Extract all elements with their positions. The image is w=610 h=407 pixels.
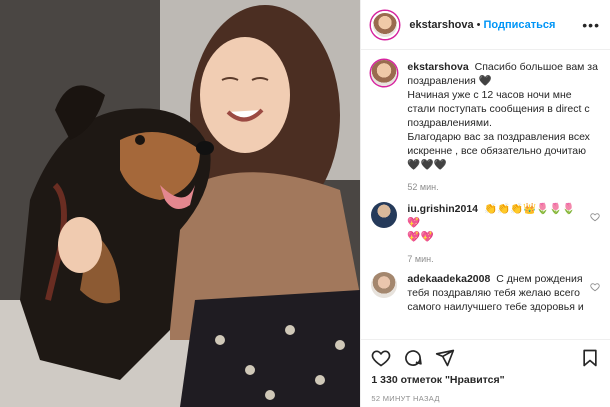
comment-username[interactable]: adekaadeka2008 — [407, 273, 493, 285]
commenter-avatar[interactable] — [371, 272, 398, 298]
caption-time[interactable]: 52 мин. — [407, 180, 600, 194]
comment-username[interactable]: iu.grishin2014 — [407, 203, 481, 215]
comment-icon[interactable] — [403, 348, 423, 368]
post-timestamp[interactable]: 52 МИНУТ НАЗАД — [371, 394, 600, 403]
post-photo[interactable] — [0, 0, 361, 407]
post-header: ekstarshova • Подписаться ••• — [361, 0, 610, 50]
heart-icon[interactable] — [371, 348, 391, 368]
bookmark-icon[interactable] — [580, 348, 600, 368]
photo-illustration — [0, 0, 361, 407]
comment-time[interactable]: 7 мин. — [407, 252, 584, 266]
caption-text: Спасибо большое вам за поздравления 🖤 На… — [407, 61, 598, 171]
caption-item: ekstarshova Спасибо большое вам за поздр… — [371, 60, 600, 194]
instagram-post: ekstarshova • Подписаться ••• ekstarshov… — [0, 0, 610, 407]
separator-dot: • — [476, 18, 481, 31]
caption-username[interactable]: ekstarshova — [407, 61, 471, 73]
comment-like-heart-icon[interactable] — [590, 282, 600, 292]
likes-count[interactable]: 1 330 отметок "Нравится" — [371, 374, 600, 386]
comments-list[interactable]: ekstarshova Спасибо большое вам за поздр… — [361, 50, 610, 339]
caption-avatar[interactable] — [371, 60, 398, 86]
more-options-icon[interactable]: ••• — [582, 17, 600, 33]
author-username[interactable]: ekstarshova — [409, 19, 473, 31]
commenter-avatar[interactable] — [371, 202, 398, 228]
author-avatar[interactable] — [371, 10, 400, 39]
follow-button[interactable]: Подписаться — [483, 19, 555, 31]
comment-like-heart-icon[interactable] — [590, 212, 600, 222]
post-actions: 1 330 отметок "Нравится" 52 МИНУТ НАЗАД — [361, 339, 610, 407]
list-item: iu.grishin2014 👏👏👏👑🌷🌷🌷💖 💖💖 7 мин. — [371, 202, 600, 266]
post-sidebar: ekstarshova • Подписаться ••• ekstarshov… — [360, 0, 610, 407]
share-icon[interactable] — [435, 348, 455, 368]
list-item: adekaadeka2008 С днем рождения тебя позд… — [371, 272, 600, 314]
